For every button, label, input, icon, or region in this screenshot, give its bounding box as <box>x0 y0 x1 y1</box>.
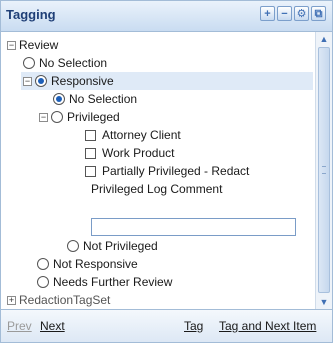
tree-label-no-selection-child: No Selection <box>69 92 138 106</box>
prev-link[interactable]: Prev <box>7 319 32 333</box>
comment-label: Privileged Log Comment <box>91 180 222 198</box>
checkbox[interactable] <box>85 129 96 141</box>
vertical-scrollbar[interactable]: ▲ ▼ <box>315 32 332 309</box>
checkbox[interactable] <box>85 165 96 177</box>
tree-label-review: Review <box>19 38 59 52</box>
tree-label-not-privileged: Not Privileged <box>83 239 158 253</box>
radio-button[interactable] <box>51 111 63 123</box>
popout-icon[interactable]: ⧉ <box>311 6 326 21</box>
tag-and-next-link[interactable]: Tag and Next Item <box>219 319 316 333</box>
tree-node-review[interactable]: − Review <box>7 36 58 54</box>
radio-button-selected[interactable] <box>35 75 47 87</box>
tree-label-privileged: Privileged <box>67 110 120 124</box>
tag-label: Tag <box>184 319 204 333</box>
tree-node-attorney-client[interactable]: Attorney Client <box>85 126 181 144</box>
grip-icon <box>322 166 326 174</box>
prev-label: Prev <box>7 319 32 333</box>
radio-button[interactable] <box>37 258 49 270</box>
radio-button[interactable] <box>23 57 35 69</box>
privileged-log-comment-input[interactable] <box>91 218 296 236</box>
tree-label-no-selection: No Selection <box>39 56 108 70</box>
tree-node-privileged[interactable]: − Privileged <box>39 108 120 126</box>
scrollbar-thumb[interactable] <box>318 47 330 293</box>
collapse-icon[interactable]: − <box>23 76 32 86</box>
radio-button-selected[interactable] <box>53 93 65 105</box>
tree-node-not-privileged[interactable]: Not Privileged <box>67 237 158 255</box>
scroll-up-icon[interactable]: ▲ <box>317 32 331 46</box>
next-label: Next <box>40 319 65 333</box>
radio-button[interactable] <box>67 240 79 252</box>
tree-node-partially-privileged[interactable]: Partially Privileged - Redact <box>85 162 249 180</box>
tree-label-redaction-tagset: RedactionTagSet <box>19 293 111 307</box>
scroll-down-icon[interactable]: ▼ <box>317 295 331 309</box>
tree-node-work-product[interactable]: Work Product <box>85 144 174 162</box>
tree-node-responsive[interactable]: − Responsive <box>21 72 313 90</box>
tree-label-partially-privileged: Partially Privileged - Redact <box>102 164 250 178</box>
tree-label-not-responsive: Not Responsive <box>53 257 138 271</box>
tag-link[interactable]: Tag <box>184 319 203 333</box>
tree-node-redaction-tagset[interactable]: + RedactionTagSet <box>7 291 110 309</box>
settings-icon[interactable]: ⚙ <box>294 6 309 21</box>
add-icon[interactable]: + <box>260 6 275 21</box>
tree-label-needs-further-review: Needs Further Review <box>53 275 173 289</box>
collapse-icon[interactable]: − <box>39 112 48 122</box>
tree-node-needs-further-review[interactable]: Needs Further Review <box>37 273 172 291</box>
panel-footer: Prev Next Tag Tag and Next Item <box>1 309 332 342</box>
tree-label-attorney-client: Attorney Client <box>102 128 181 142</box>
privileged-log-comment-label: Privileged Log Comment <box>91 182 223 196</box>
tagging-panel: Tagging + − ⚙ ⧉ − Review No Selection − … <box>0 0 333 343</box>
collapse-icon[interactable]: − <box>7 40 16 50</box>
expand-icon[interactable]: + <box>7 295 16 305</box>
next-link[interactable]: Next <box>40 319 65 333</box>
tree-label-work-product: Work Product <box>102 146 175 160</box>
tag-tree: − Review No Selection − Responsive No Se… <box>1 32 315 309</box>
tag-and-next-label: Tag and Next Item <box>219 319 317 333</box>
tree-node-no-selection[interactable]: No Selection <box>23 54 107 72</box>
panel-title: Tagging <box>6 7 56 22</box>
tree-node-no-selection-child[interactable]: No Selection <box>53 90 137 108</box>
remove-icon[interactable]: − <box>277 6 292 21</box>
tree-label-responsive: Responsive <box>51 74 114 88</box>
panel-header: Tagging + − ⚙ ⧉ <box>1 1 332 32</box>
tree-node-not-responsive[interactable]: Not Responsive <box>37 255 138 273</box>
checkbox[interactable] <box>85 147 96 159</box>
radio-button[interactable] <box>37 276 49 288</box>
